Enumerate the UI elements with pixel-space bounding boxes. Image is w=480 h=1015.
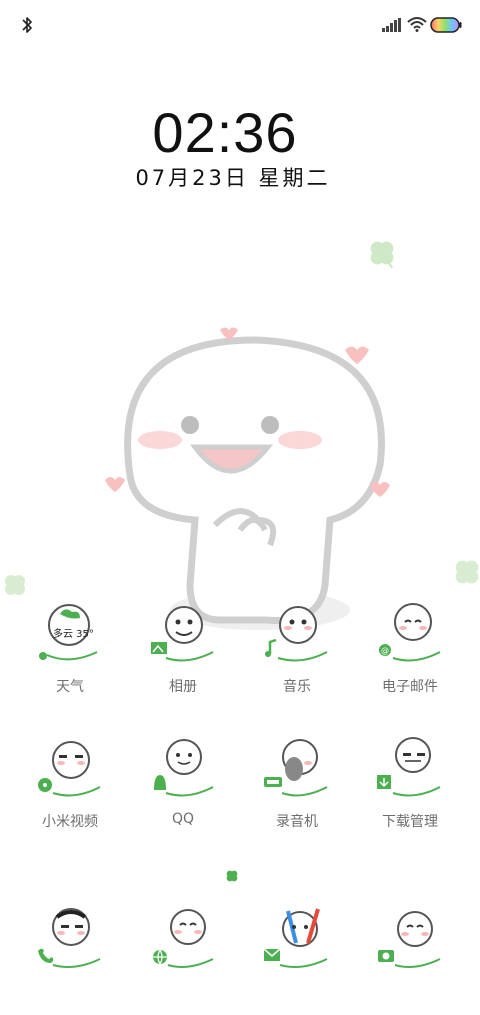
app-email[interactable]: @ 电子邮件 bbox=[355, 600, 465, 710]
clover-icon bbox=[455, 560, 479, 584]
status-bar bbox=[0, 0, 480, 50]
app-label: 电子邮件 bbox=[382, 679, 438, 695]
app-label: QQ bbox=[171, 811, 195, 827]
dock-messages[interactable] bbox=[242, 905, 352, 1015]
clover-icon bbox=[370, 241, 394, 269]
clover-icon bbox=[5, 575, 25, 595]
email-icon: @ bbox=[379, 603, 441, 662]
app-label: 音乐 bbox=[283, 679, 311, 695]
app-weather[interactable]: 多云 35° 天气 bbox=[15, 600, 125, 710]
app-video[interactable]: 小米视频 bbox=[15, 735, 125, 845]
app-label: 小米视频 bbox=[42, 814, 98, 830]
app-label: 相册 bbox=[169, 679, 197, 695]
app-music[interactable]: 音乐 bbox=[242, 600, 352, 710]
app-recorder[interactable]: 录音机 bbox=[242, 735, 352, 845]
app-qq[interactable]: QQ bbox=[128, 735, 238, 845]
signal-icon bbox=[382, 18, 401, 32]
recorder-icon bbox=[264, 739, 328, 797]
app-gallery[interactable]: 相册 bbox=[128, 600, 238, 710]
qq-icon bbox=[154, 739, 214, 797]
phone-icon bbox=[38, 908, 101, 968]
app-label: 下载管理 bbox=[382, 814, 438, 830]
gallery-icon bbox=[151, 606, 214, 662]
bluetooth-icon bbox=[22, 17, 32, 33]
wifi-icon bbox=[407, 17, 427, 32]
browser-icon bbox=[153, 909, 214, 968]
battery-icon bbox=[430, 17, 462, 33]
video-icon bbox=[38, 741, 101, 797]
download-icon bbox=[377, 737, 441, 797]
music-icon bbox=[265, 606, 328, 662]
app-label: 录音机 bbox=[276, 814, 318, 830]
dock-browser[interactable] bbox=[128, 905, 238, 1015]
dock-phone[interactable] bbox=[15, 905, 125, 1015]
dock-camera[interactable] bbox=[355, 905, 465, 1015]
svg-text:@: @ bbox=[381, 646, 389, 655]
camera-icon bbox=[378, 911, 441, 968]
clover-icon bbox=[226, 870, 238, 882]
lockscreen-time: 02:36 bbox=[152, 101, 298, 164]
lockscreen-date: 07月23日 星期二 bbox=[135, 166, 331, 190]
weather-badge: 多云 35° bbox=[53, 629, 94, 640]
messages-icon bbox=[263, 908, 328, 968]
app-label: 天气 bbox=[56, 679, 84, 695]
app-download[interactable]: 下载管理 bbox=[355, 735, 465, 845]
